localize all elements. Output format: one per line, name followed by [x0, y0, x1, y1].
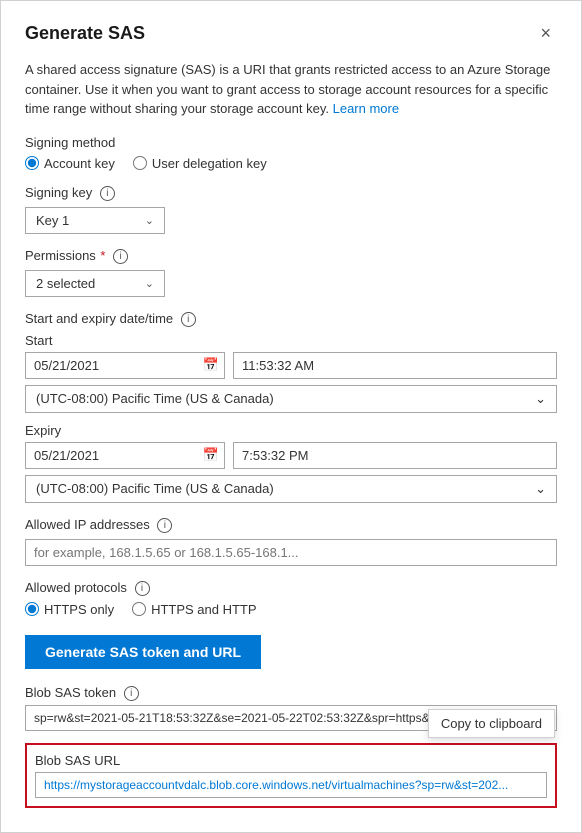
allowed-protocols-radio-group: HTTPS only HTTPS and HTTP: [25, 602, 557, 617]
expiry-timezone-value: (UTC-08:00) Pacific Time (US & Canada): [36, 481, 274, 496]
signing-key-label: Signing key i: [25, 185, 557, 201]
blob-sas-token-info-icon[interactable]: i: [124, 686, 139, 701]
start-date-wrap: 📅: [25, 352, 225, 379]
clipboard-popup[interactable]: Copy to clipboard: [428, 709, 555, 738]
permissions-dropdown[interactable]: 2 selected ⌄: [25, 270, 165, 297]
expiry-timezone-dropdown[interactable]: (UTC-08:00) Pacific Time (US & Canada) ⌄: [25, 475, 557, 503]
signing-key-info-icon[interactable]: i: [100, 186, 115, 201]
signing-method-label: Signing method: [25, 135, 557, 150]
expiry-time-input[interactable]: [233, 442, 557, 469]
radio-https-http-label: HTTPS and HTTP: [151, 602, 256, 617]
signing-method-section: Signing method Account key User delegati…: [25, 135, 557, 171]
description-body: A shared access signature (SAS) is a URI…: [25, 62, 550, 116]
radio-https-http[interactable]: HTTPS and HTTP: [132, 602, 256, 617]
learn-more-link[interactable]: Learn more: [333, 101, 399, 116]
signing-method-radio-group: Account key User delegation key: [25, 156, 557, 171]
radio-account-key-input[interactable]: [25, 156, 39, 170]
start-sublabel: Start: [25, 333, 557, 348]
permissions-value: 2 selected: [36, 276, 95, 291]
close-button[interactable]: ×: [534, 21, 557, 46]
expiry-sublabel: Expiry: [25, 423, 557, 438]
generate-sas-dialog: Generate SAS × A shared access signature…: [0, 0, 582, 833]
allowed-ip-input[interactable]: [25, 539, 557, 566]
signing-key-value: Key 1: [36, 213, 69, 228]
start-timezone-dropdown[interactable]: (UTC-08:00) Pacific Time (US & Canada) ⌄: [25, 385, 557, 413]
radio-account-key[interactable]: Account key: [25, 156, 115, 171]
radio-https-only-input[interactable]: [25, 602, 39, 616]
radio-account-key-label: Account key: [44, 156, 115, 171]
required-star: *: [100, 248, 105, 263]
signing-key-dropdown[interactable]: Key 1 ⌄: [25, 207, 165, 234]
dialog-header: Generate SAS ×: [25, 21, 557, 46]
permissions-label: Permissions * i: [25, 248, 557, 264]
signing-key-chevron-icon: ⌄: [145, 214, 154, 227]
radio-user-delegation-key[interactable]: User delegation key: [133, 156, 267, 171]
blob-sas-token-label: Blob SAS token i: [25, 685, 557, 701]
radio-user-delegation-key-label: User delegation key: [152, 156, 267, 171]
permissions-section: Permissions * i 2 selected ⌄: [25, 248, 557, 297]
expiry-datetime-row: 📅: [25, 442, 557, 469]
allowed-protocols-label: Allowed protocols i: [25, 580, 557, 596]
signing-key-section: Signing key i Key 1 ⌄: [25, 185, 557, 234]
start-expiry-info-icon[interactable]: i: [181, 312, 196, 327]
start-timezone-value: (UTC-08:00) Pacific Time (US & Canada): [36, 391, 274, 406]
expiry-timezone-chevron-icon: ⌄: [535, 481, 546, 497]
expiry-calendar-icon[interactable]: 📅: [203, 447, 219, 463]
allowed-ip-info-icon[interactable]: i: [157, 518, 172, 533]
expiry-date-wrap: 📅: [25, 442, 225, 469]
permissions-info-icon[interactable]: i: [113, 249, 128, 264]
allowed-protocols-info-icon[interactable]: i: [135, 581, 150, 596]
expiry-date-input[interactable]: [25, 442, 225, 469]
dialog-title: Generate SAS: [25, 23, 145, 44]
start-timezone-chevron-icon: ⌄: [535, 391, 546, 407]
start-expiry-section: Start and expiry date/time i Start 📅 (UT…: [25, 311, 557, 503]
radio-https-http-input[interactable]: [132, 602, 146, 616]
radio-user-delegation-key-input[interactable]: [133, 156, 147, 170]
generate-sas-button[interactable]: Generate SAS token and URL: [25, 635, 261, 669]
permissions-chevron-icon: ⌄: [145, 277, 154, 290]
blob-sas-url-input[interactable]: [35, 772, 547, 798]
allowed-ip-label: Allowed IP addresses i: [25, 517, 557, 533]
allowed-protocols-section: Allowed protocols i HTTPS only HTTPS and…: [25, 580, 557, 617]
radio-https-only-label: HTTPS only: [44, 602, 114, 617]
start-calendar-icon[interactable]: 📅: [203, 357, 219, 373]
clipboard-popup-label: Copy to clipboard: [441, 716, 542, 731]
start-date-input[interactable]: [25, 352, 225, 379]
blob-sas-url-inner: Blob SAS URL: [35, 753, 547, 798]
blob-sas-url-label: Blob SAS URL: [35, 753, 547, 768]
start-datetime-row: 📅: [25, 352, 557, 379]
allowed-ip-section: Allowed IP addresses i: [25, 517, 557, 566]
radio-https-only[interactable]: HTTPS only: [25, 602, 114, 617]
start-time-input[interactable]: [233, 352, 557, 379]
description-text: A shared access signature (SAS) is a URI…: [25, 60, 557, 119]
start-expiry-label: Start and expiry date/time i: [25, 311, 557, 327]
blob-sas-url-section: Copy to clipboard Blob SAS URL: [25, 743, 557, 808]
